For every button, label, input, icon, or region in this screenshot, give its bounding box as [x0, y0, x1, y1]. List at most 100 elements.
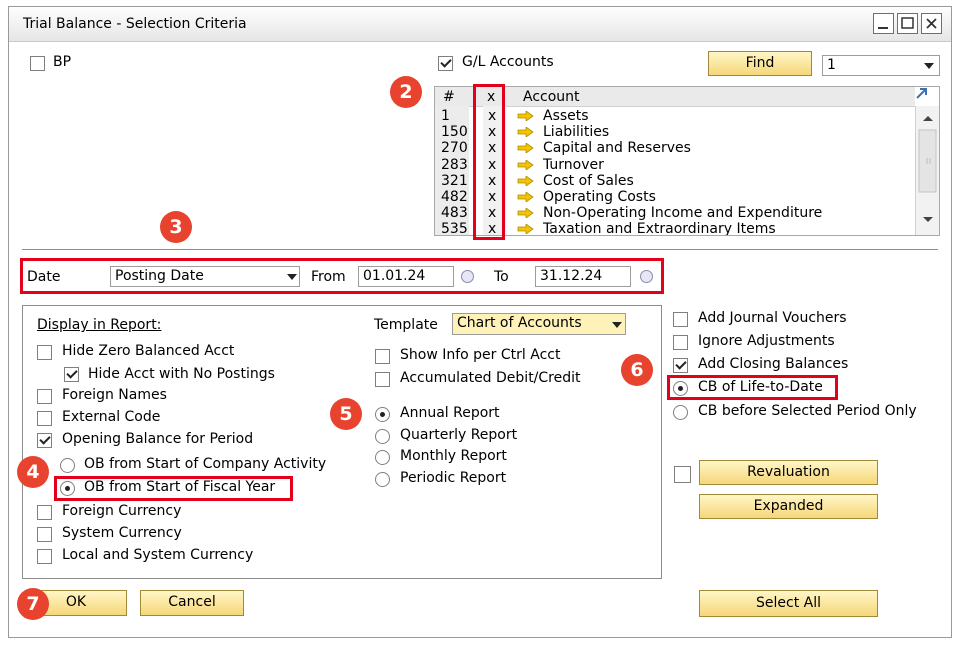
- template-value: Chart of Accounts: [457, 315, 582, 331]
- foreign-currency-checkbox[interactable]: [37, 505, 52, 520]
- foreign-names-checkbox[interactable]: [37, 389, 52, 404]
- step-badge-5: 5: [330, 398, 362, 430]
- cb-before-label: CB before Selected Period Only: [698, 403, 917, 419]
- link-arrow-icon[interactable]: [517, 224, 535, 235]
- add-journal-vouchers-checkbox[interactable]: [673, 312, 688, 327]
- step-badge-7: 7: [17, 588, 49, 620]
- monthly-report-radio[interactable]: [375, 450, 390, 465]
- accumulated-label: Accumulated Debit/Credit: [400, 370, 581, 386]
- find-select[interactable]: 1: [822, 55, 940, 76]
- revaluation-checkbox[interactable]: [674, 466, 691, 483]
- highlight-x-column: [473, 84, 505, 240]
- minimize-button[interactable]: [873, 13, 894, 34]
- opening-balance-label: Opening Balance for Period: [62, 431, 254, 447]
- opening-balance-checkbox[interactable]: [37, 433, 52, 448]
- col-account-header[interactable]: Account: [523, 89, 580, 105]
- link-arrow-icon[interactable]: [517, 159, 535, 170]
- window-title: Trial Balance - Selection Criteria: [23, 16, 247, 32]
- hide-zero-label: Hide Zero Balanced Acct: [62, 343, 235, 359]
- maximize-icon: [901, 17, 914, 29]
- select-all-button[interactable]: Select All: [699, 590, 878, 617]
- chevron-down-icon: [924, 63, 934, 69]
- step-badge-6: 6: [621, 354, 653, 386]
- link-arrow-icon[interactable]: [517, 111, 535, 121]
- close-icon: [926, 18, 937, 29]
- hide-no-postings-checkbox[interactable]: [64, 367, 79, 382]
- display-heading: Display in Report:: [37, 317, 162, 333]
- periodic-report-label: Periodic Report: [400, 470, 507, 486]
- row-number[interactable]: 482: [437, 189, 468, 205]
- ignore-adjustments-checkbox[interactable]: [673, 335, 688, 350]
- template-label: Template: [374, 317, 438, 333]
- separator: [22, 249, 938, 250]
- row-number[interactable]: 483: [437, 205, 468, 221]
- row-account-name: Cost of Sales: [543, 172, 634, 189]
- step-badge-4: 4: [17, 456, 49, 488]
- foreign-currency-label: Foreign Currency: [62, 503, 182, 519]
- annual-report-radio[interactable]: [375, 407, 390, 422]
- add-closing-balances-checkbox[interactable]: [673, 358, 688, 373]
- local-system-currency-checkbox[interactable]: [37, 549, 52, 564]
- find-button[interactable]: Find: [708, 51, 812, 76]
- accumulated-checkbox[interactable]: [375, 372, 390, 387]
- system-currency-label: System Currency: [62, 525, 182, 541]
- link-arrow-icon[interactable]: [517, 127, 535, 138]
- link-arrow-icon[interactable]: [517, 143, 535, 154]
- hide-no-postings-label: Hide Acct with No Postings: [88, 366, 275, 382]
- monthly-report-label: Monthly Report: [400, 448, 507, 464]
- minimize-icon: [878, 27, 888, 29]
- row-account-name: Taxation and Extraordinary Items: [543, 221, 776, 236]
- row-account-name: Non-Operating Income and Expenditure: [543, 205, 823, 222]
- row-account-name: Capital and Reserves: [543, 140, 691, 157]
- row-account-name: Assets: [543, 108, 589, 124]
- row-account-name: Operating Costs: [543, 189, 656, 205]
- link-arrow-icon[interactable]: [517, 192, 535, 202]
- bp-checkbox[interactable]: [30, 56, 45, 71]
- ob-company-radio[interactable]: [60, 458, 75, 473]
- annual-report-label: Annual Report: [400, 405, 500, 421]
- row-account-name: Liabilities: [543, 124, 610, 141]
- grid-scrollbar[interactable]: [915, 106, 939, 235]
- add-journal-vouchers-label: Add Journal Vouchers: [698, 310, 847, 326]
- bp-label: BP: [53, 54, 72, 70]
- template-select[interactable]: Chart of Accounts: [452, 313, 626, 335]
- external-code-checkbox[interactable]: [37, 411, 52, 426]
- accounts-grid: # x Account 1 x Assets 150 x Liabilities 270 x C…: [434, 86, 940, 236]
- revaluation-button[interactable]: Revaluation: [699, 460, 878, 485]
- system-currency-checkbox[interactable]: [37, 527, 52, 542]
- highlight-date-row: [20, 258, 664, 294]
- row-account-name: Turnover: [543, 156, 604, 173]
- find-select-value: 1: [827, 57, 836, 73]
- cb-before-radio[interactable]: [673, 405, 688, 420]
- link-arrow-icon[interactable]: [517, 175, 535, 186]
- show-info-label: Show Info per Ctrl Acct: [400, 347, 561, 363]
- maximize-button[interactable]: [897, 13, 918, 34]
- cancel-button[interactable]: Cancel: [140, 590, 244, 616]
- hide-zero-checkbox[interactable]: [37, 345, 52, 360]
- periodic-report-radio[interactable]: [375, 472, 390, 487]
- row-number[interactable]: 283: [437, 157, 468, 173]
- quarterly-report-radio[interactable]: [375, 429, 390, 444]
- highlight-cb-life: [667, 375, 838, 400]
- highlight-ob-fiscal: [54, 476, 293, 501]
- chevron-down-icon: [612, 322, 622, 328]
- row-number[interactable]: 1: [437, 108, 467, 124]
- show-info-checkbox[interactable]: [375, 349, 390, 364]
- col-number-header[interactable]: #: [443, 89, 455, 105]
- title-bar: Trial Balance - Selection Criteria: [9, 7, 951, 42]
- ob-company-label: OB from Start of Company Activity: [84, 456, 327, 472]
- foreign-names-label: Foreign Names: [62, 387, 167, 403]
- row-number[interactable]: 535: [437, 221, 468, 235]
- row-number[interactable]: 270: [437, 140, 468, 156]
- row-number[interactable]: 150: [437, 124, 468, 140]
- row-number[interactable]: 321: [437, 173, 468, 189]
- gl-accounts-label: G/L Accounts: [462, 54, 554, 70]
- expand-grid-icon[interactable]: [914, 85, 930, 101]
- expanded-button[interactable]: Expanded: [699, 494, 878, 519]
- gl-accounts-checkbox[interactable]: [438, 56, 453, 71]
- local-system-currency-label: Local and System Currency: [62, 547, 254, 563]
- add-closing-balances-label: Add Closing Balances: [698, 356, 849, 372]
- link-arrow-icon[interactable]: [517, 208, 535, 219]
- close-button[interactable]: [921, 13, 942, 34]
- grid-header: # x Account: [435, 87, 915, 107]
